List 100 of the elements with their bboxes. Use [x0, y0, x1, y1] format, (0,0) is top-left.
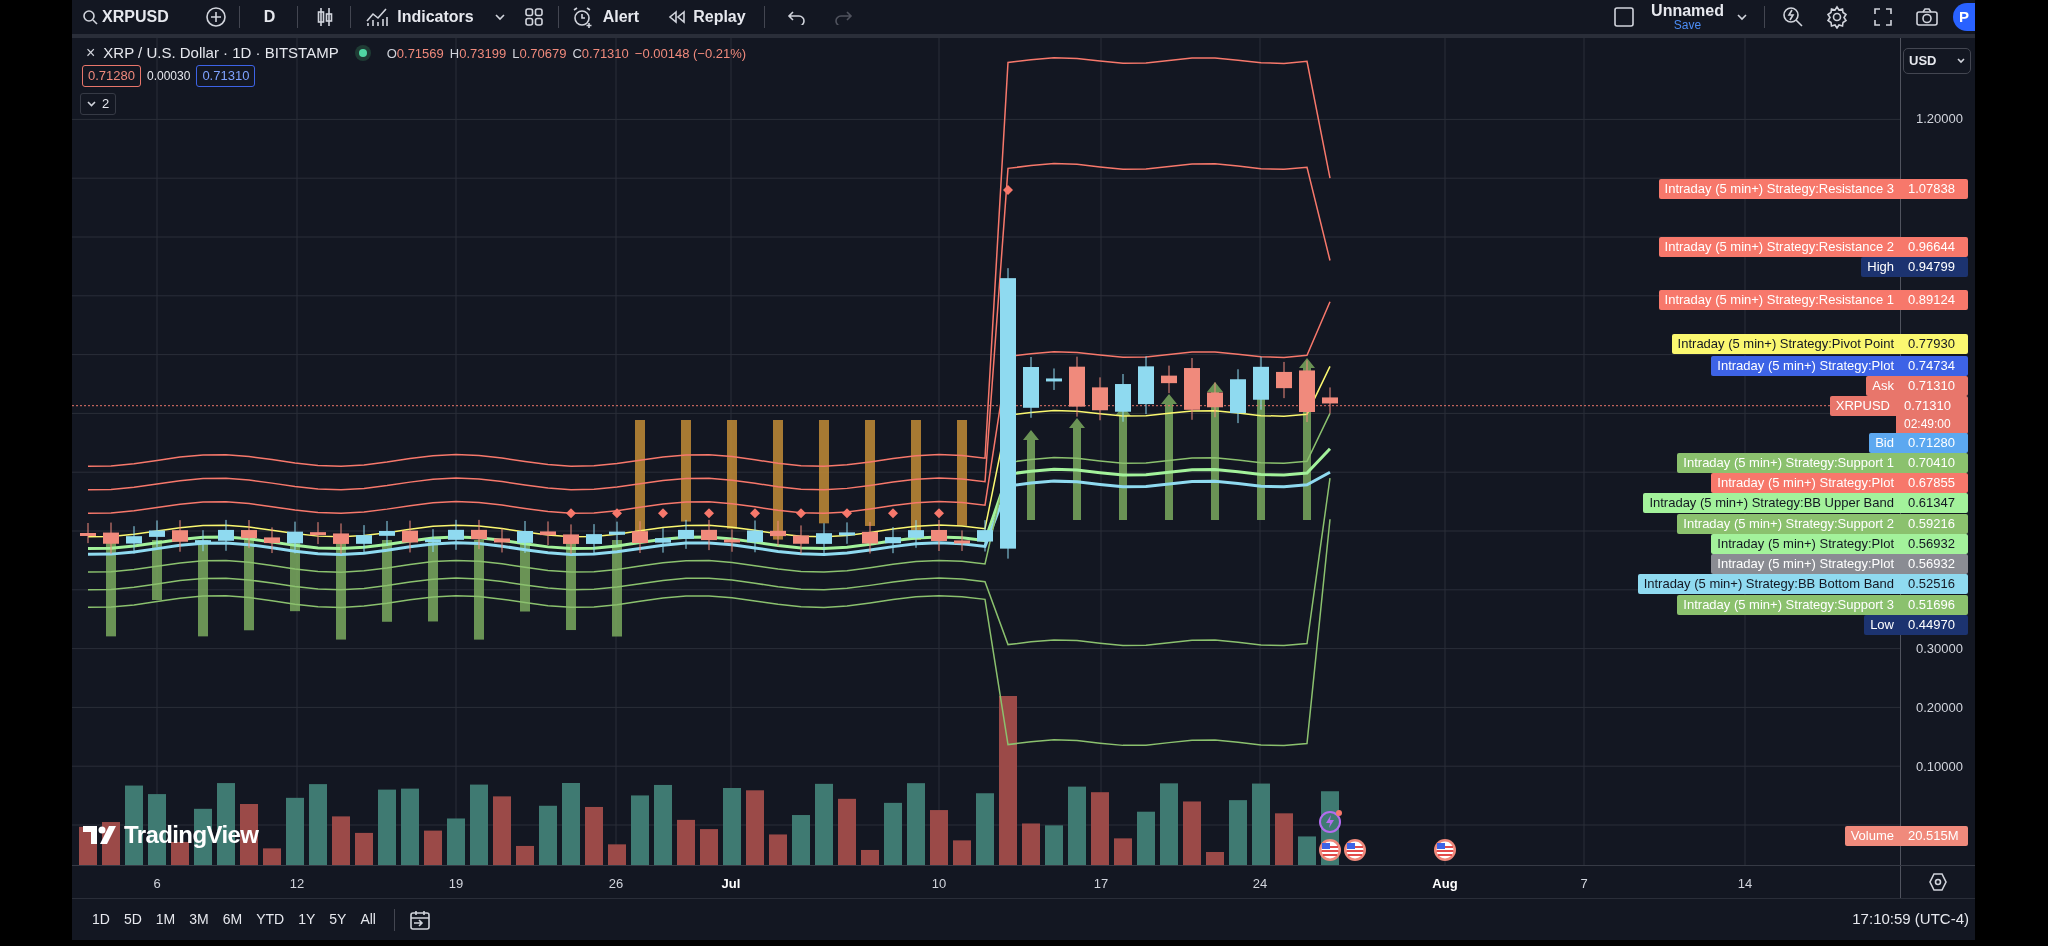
currency-dropdown[interactable]: USD — [1903, 48, 1971, 74]
volume-bar — [1206, 852, 1224, 865]
caret-icon[interactable] — [1736, 13, 1748, 21]
diamond-marker — [658, 508, 668, 519]
range-button[interactable]: All — [356, 905, 380, 934]
candle — [1092, 376, 1108, 421]
time-tick: 6 — [153, 875, 161, 893]
price-change: −0.00148 (−0.21%) — [634, 44, 747, 63]
volume-bar — [424, 830, 442, 865]
volume-bar — [1298, 836, 1316, 865]
candle — [402, 520, 418, 553]
volume-bar — [332, 816, 350, 865]
range-button[interactable]: 3M — [185, 905, 213, 934]
fullscreen-icon[interactable] — [1873, 7, 1893, 27]
add-symbol-icon[interactable] — [204, 6, 227, 28]
volume-bar — [1045, 825, 1063, 865]
candle — [724, 528, 740, 553]
rewind-icon[interactable] — [667, 9, 688, 25]
price-tag: 0.56932 — [1900, 534, 1968, 554]
volume-bar — [585, 806, 603, 865]
range-button[interactable]: YTD — [252, 905, 289, 934]
series-label: Intraday (5 min+) Strategy:Resistance 2 — [1658, 237, 1900, 257]
spread-value: 0.00030 — [147, 68, 191, 85]
candle — [517, 520, 533, 554]
chevron-down-icon[interactable] — [87, 101, 96, 107]
collapse-indicators-button[interactable]: 2 — [80, 93, 117, 115]
volume-bar — [1022, 823, 1040, 865]
price-tag: 0.61347 — [1900, 493, 1968, 513]
bid-price-button[interactable]: 0.71280 — [82, 65, 141, 87]
series-label: Intraday (5 min+) Strategy:Resistance 3 — [1658, 179, 1900, 199]
range-button[interactable]: 6M — [218, 905, 247, 934]
calendar-icon[interactable] — [409, 908, 431, 931]
price-tick: 1.20000 — [1916, 112, 1963, 125]
range-button[interactable]: 1D — [88, 905, 114, 934]
templates-icon[interactable] — [523, 7, 544, 27]
volume-bar — [792, 815, 810, 865]
price-tag: 0.59216 — [1900, 514, 1968, 534]
settings-icon[interactable] — [1928, 872, 1948, 892]
series-label: Intraday (5 min+) Strategy:Pivot Point — [1671, 334, 1900, 354]
replay-button[interactable]: Replay — [667, 3, 746, 31]
candle — [816, 522, 832, 555]
volume-bar — [447, 818, 465, 865]
candle — [678, 519, 694, 550]
ask-price-button[interactable]: 0.71310 — [196, 65, 256, 87]
candle — [103, 522, 119, 555]
time-tick: 17 — [1093, 875, 1109, 893]
time-tick: 14 — [1737, 875, 1753, 893]
caret-icon[interactable] — [1957, 58, 1965, 64]
layout-name[interactable]: Unnamed — [1651, 3, 1724, 19]
price-tag: 0.89124 — [1900, 290, 1968, 310]
diamond-marker — [1003, 184, 1013, 195]
candle — [540, 520, 556, 546]
signal-bar — [290, 540, 300, 612]
chart-icon[interactable] — [365, 7, 390, 27]
series-label: Intraday (5 min+) Strategy:Plot — [1711, 554, 1900, 574]
market-status-icon — [354, 45, 371, 62]
caret-icon[interactable] — [493, 13, 506, 21]
flag-icon[interactable] — [1343, 838, 1367, 862]
range-button[interactable]: 5Y — [325, 905, 351, 934]
volume-bar — [1183, 801, 1201, 865]
lightning-icon[interactable] — [1318, 809, 1344, 833]
settings-icon[interactable] — [1825, 5, 1849, 29]
candle — [425, 528, 441, 553]
price-tag: 0.71280 — [1900, 433, 1968, 453]
series-label: Intraday (5 min+) Strategy:Plot — [1711, 534, 1900, 554]
candle — [448, 519, 464, 551]
candle — [80, 522, 96, 544]
series-label: High — [1861, 257, 1900, 277]
candle — [1299, 359, 1315, 423]
candle — [494, 527, 510, 553]
range-button[interactable]: 1M — [151, 905, 180, 934]
undo-icon[interactable] — [786, 9, 807, 25]
quick-search-icon[interactable] — [1781, 5, 1805, 29]
symbol-title: XRP / U.S. Dollar · 1D · BITSTAMP — [103, 43, 339, 63]
volume-bar — [884, 802, 902, 865]
close-button[interactable]: × — [86, 45, 96, 62]
candle — [1161, 365, 1177, 394]
flag-icon[interactable] — [1433, 838, 1457, 862]
flag-icon[interactable] — [1318, 838, 1342, 862]
publish-button[interactable]: P — [1953, 3, 1975, 31]
symbol-search-button[interactable]: XRPUSD — [80, 3, 171, 31]
candles-icon[interactable] — [316, 6, 335, 28]
volume-bar — [1114, 838, 1132, 865]
candle — [563, 523, 579, 555]
diamond-marker — [612, 508, 622, 519]
range-button[interactable]: 5D — [119, 905, 146, 934]
save-link[interactable]: Save — [1673, 19, 1702, 31]
signal-bar — [152, 540, 162, 600]
layout-square-icon[interactable] — [1613, 6, 1636, 28]
time-tick: Aug — [1432, 875, 1458, 893]
indicators-button[interactable]: Indicators — [365, 3, 474, 31]
interval-button[interactable]: D — [259, 3, 280, 31]
range-button[interactable]: 1Y — [294, 905, 320, 934]
search-icon[interactable] — [82, 9, 98, 25]
candle — [1046, 367, 1062, 391]
camera-icon[interactable] — [1915, 7, 1939, 27]
price-tag: 0.71310 — [1900, 376, 1968, 396]
alert-button[interactable]: Alert — [570, 3, 640, 31]
time-tick: 24 — [1252, 875, 1268, 893]
time-tick: 10 — [931, 875, 947, 893]
